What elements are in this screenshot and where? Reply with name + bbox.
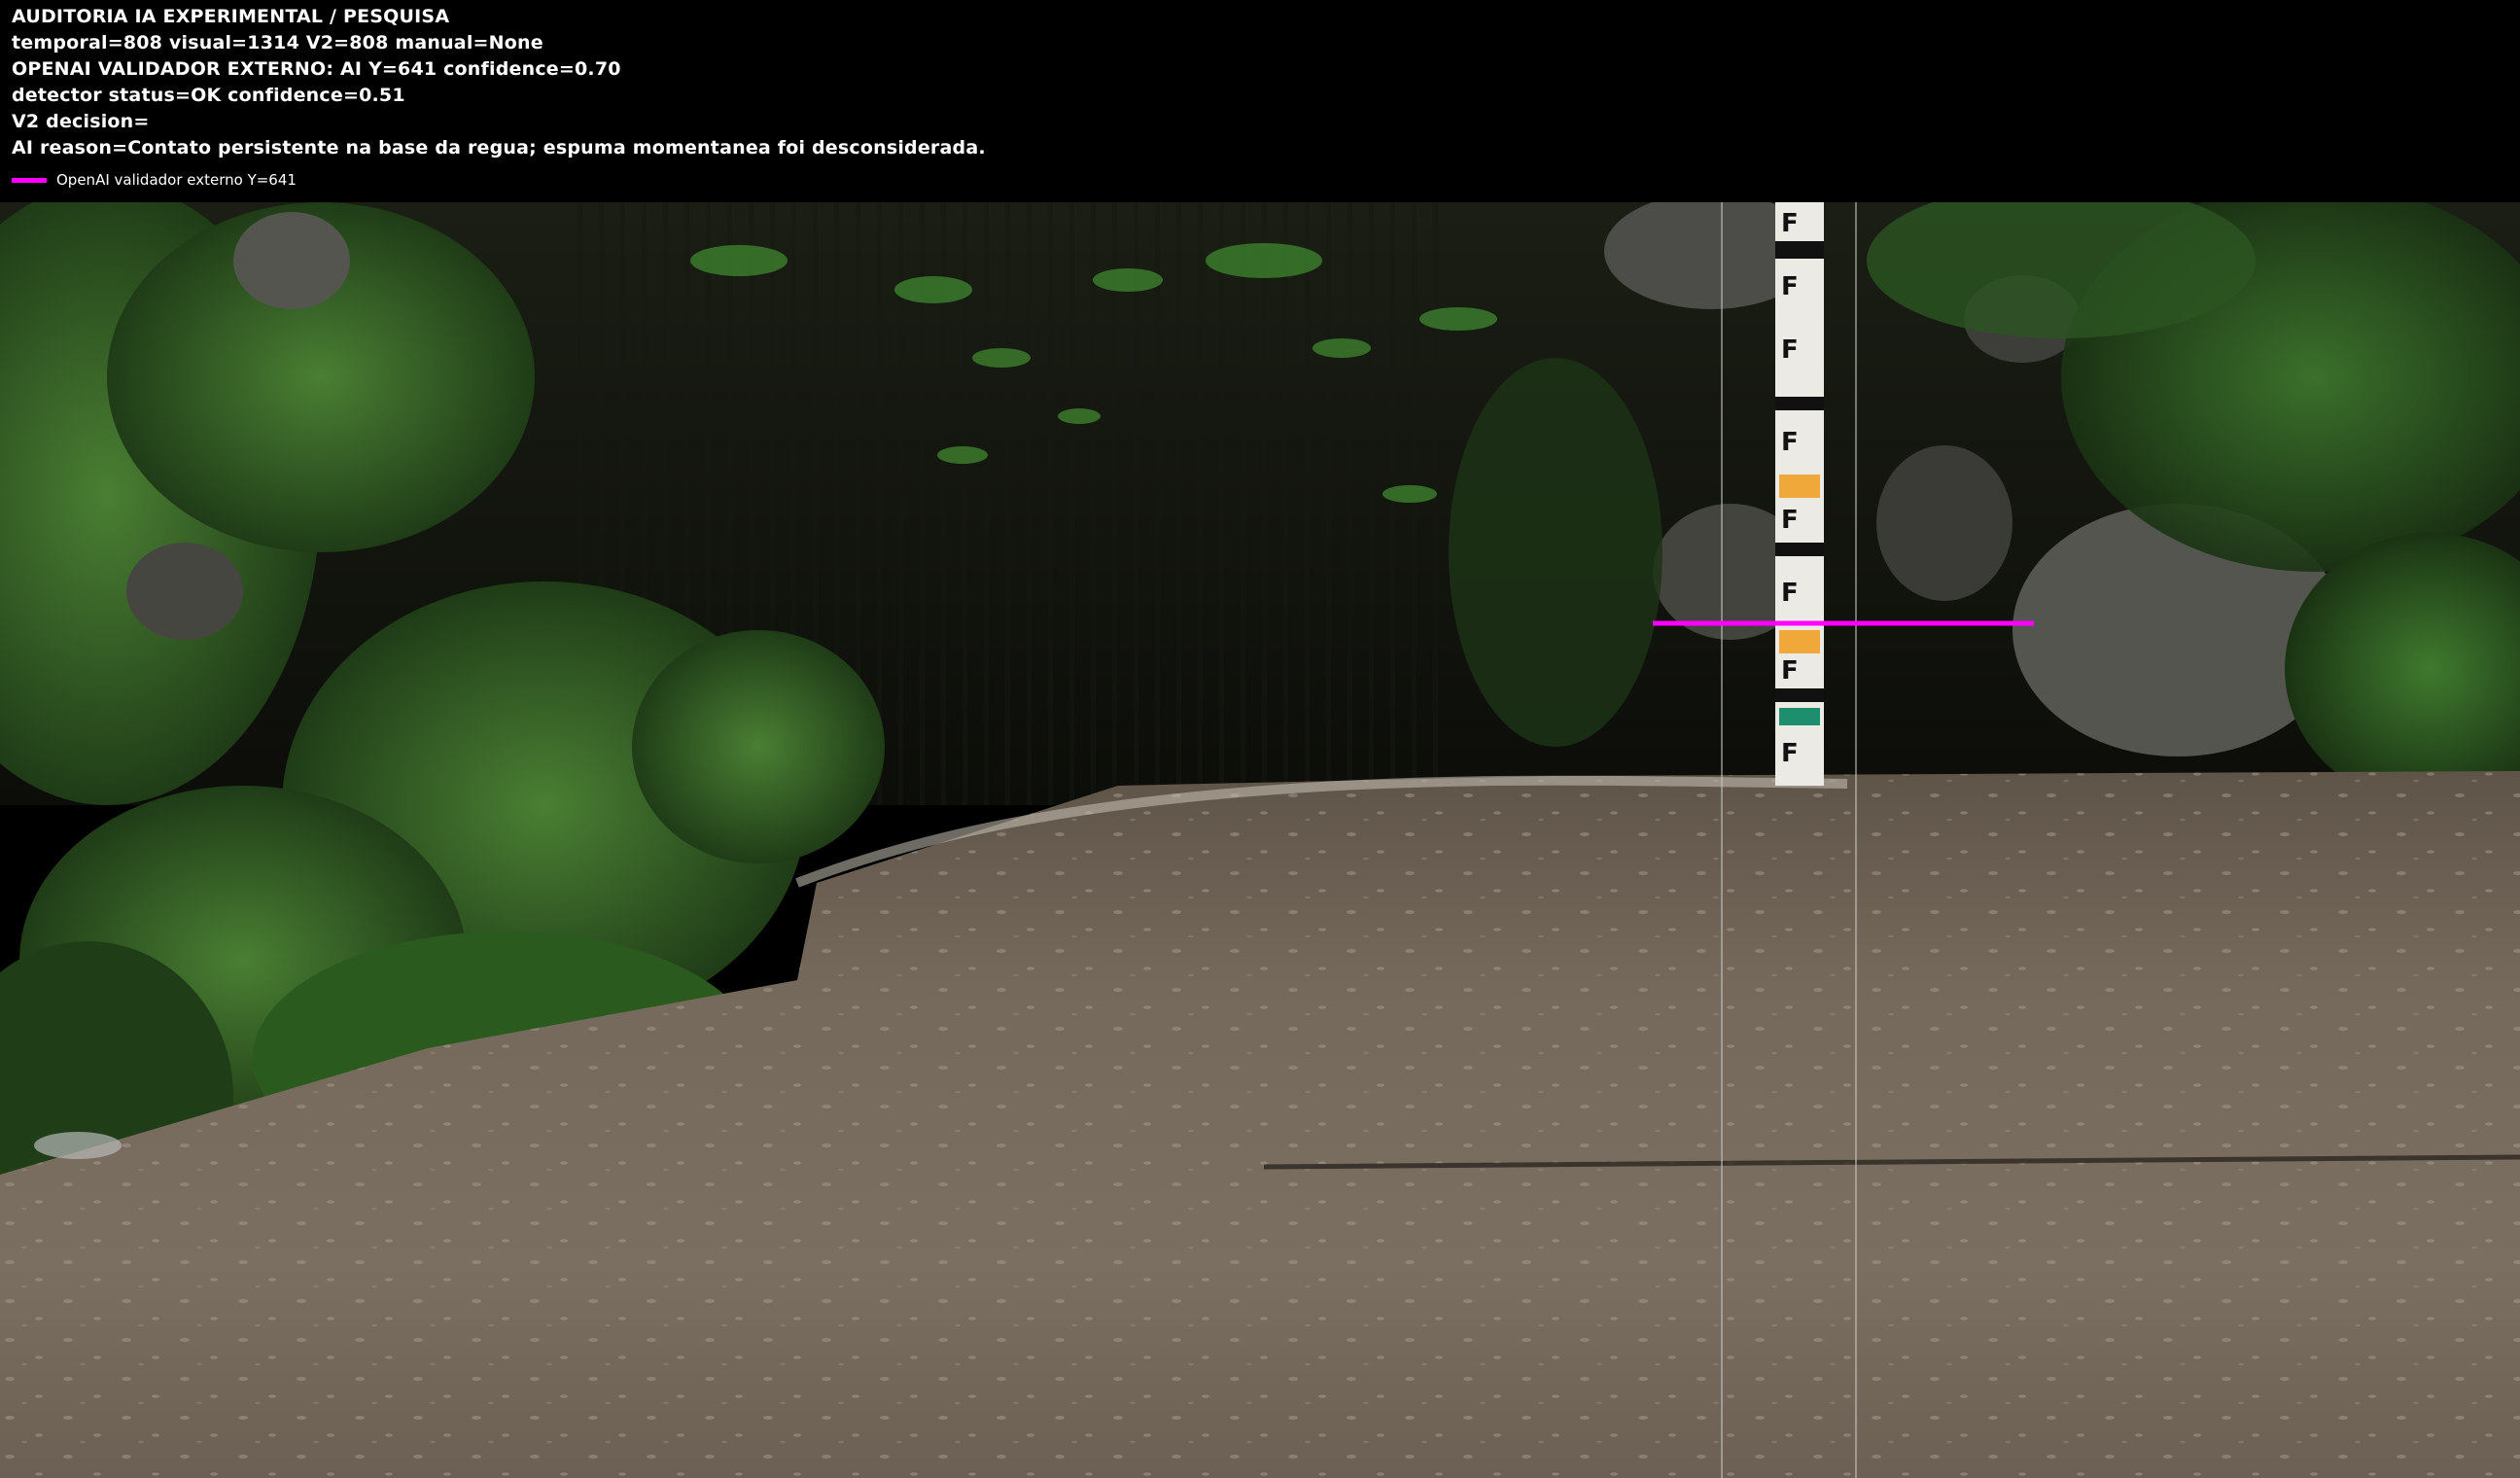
camera-view: F F F F F F F F xyxy=(0,202,2520,1478)
audit-overlay-panel: AUDITORIA IA EXPERIMENTAL / PESQUISA tem… xyxy=(0,0,2520,202)
svg-text:F: F xyxy=(1781,739,1799,768)
svg-text:F: F xyxy=(1781,656,1799,686)
overlay-values: temporal=808 visual=1314 V2=808 manual=N… xyxy=(12,32,543,53)
overlay-v2-decision: V2 decision= xyxy=(12,111,150,132)
svg-text:F: F xyxy=(1781,209,1799,238)
overlay-title: AUDITORIA IA EXPERIMENTAL / PESQUISA xyxy=(12,6,450,27)
svg-text:F: F xyxy=(1781,506,1799,535)
overlay-validator: OPENAI VALIDADOR EXTERNO: AI Y=641 confi… xyxy=(12,58,621,80)
svg-text:F: F xyxy=(1781,272,1799,301)
screenshot-frame: AUDITORIA IA EXPERIMENTAL / PESQUISA tem… xyxy=(0,0,2520,1478)
legend-label: OpenAI validador externo Y=641 xyxy=(56,171,297,189)
legend-swatch-icon xyxy=(12,177,47,183)
svg-text:F: F xyxy=(1781,335,1799,365)
svg-text:F: F xyxy=(1781,579,1799,608)
staff-gauge: F F F F F F F F xyxy=(1775,202,1824,786)
overlay-detector-status: detector status=OK confidence=0.51 xyxy=(12,85,405,106)
overlay-ai-reason: AI reason=Contato persistente na base da… xyxy=(12,137,986,158)
svg-text:F: F xyxy=(1781,428,1799,457)
river-scene-image: F F F F F F F F xyxy=(0,202,2520,1478)
legend: OpenAI validador externo Y=641 xyxy=(12,171,297,189)
